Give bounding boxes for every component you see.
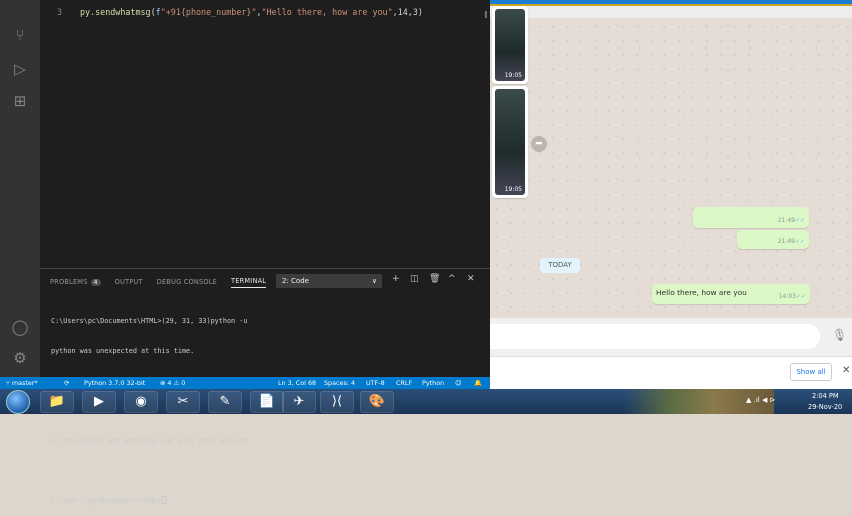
tab-label: PROBLEMS	[50, 278, 88, 286]
line-number: 3	[56, 7, 62, 17]
chrome-icon[interactable]: ◉	[124, 391, 158, 413]
message-time: 14:03	[778, 293, 796, 300]
image-thumbnail	[495, 9, 525, 81]
terminal-select[interactable]: 2: Code ∨	[276, 274, 382, 288]
cursor-position[interactable]: Ln 3, Col 68	[278, 377, 316, 389]
account-icon[interactable]: ◯	[9, 316, 31, 338]
vscode-icon[interactable]: ⟩⟨	[320, 391, 354, 413]
clock-time[interactable]: 2:04 PM	[812, 392, 839, 400]
indentation[interactable]: Spaces: 4	[324, 377, 355, 389]
python-interpreter[interactable]: Python 3.7.0 32-bit	[84, 377, 145, 389]
problems-status[interactable]: ⊗ 4 ⚠ 0	[160, 377, 185, 389]
code-string: "Hello there, how are you"	[261, 7, 393, 17]
message-text: Hello there, how are you	[656, 288, 747, 297]
clock-date[interactable]: 29-Nov-20	[808, 403, 842, 411]
media-player-icon[interactable]: ▶	[82, 391, 116, 413]
terminal-line: C:\Users\pc\Documents\HTML>(29, 31, 33)p…	[51, 317, 248, 325]
telegram-icon[interactable]: ✈	[282, 391, 316, 413]
system-tray-icons[interactable]: ▲ .ıl ◀ ⊳	[746, 396, 775, 404]
split-terminal-icon[interactable]: ◫	[410, 274, 419, 284]
code-line[interactable]: 3 py.sendwhatmsg(f"+91{phone_number}","He…	[40, 5, 480, 19]
terminal-cursor	[161, 496, 167, 504]
outgoing-message[interactable]: 21:49 ✓✓	[693, 207, 809, 228]
terminal-line: python was unexpected at this time.	[51, 347, 195, 355]
message-time: 21:49	[777, 217, 795, 224]
panel-tabs: PROBLEMS 4 OUTPUT DEBUG CONSOLE TERMINAL	[50, 274, 267, 290]
tab-problems[interactable]: PROBLEMS 4	[50, 278, 101, 286]
encoding[interactable]: UTF-8	[366, 377, 385, 389]
trash-icon[interactable]: 🗑	[429, 274, 440, 284]
file-explorer-icon[interactable]: 📁	[40, 391, 74, 413]
message-time: 21:49	[777, 238, 795, 245]
terminal-prompt-line: C:\Users\pc\Documents\HTML>	[51, 496, 481, 506]
source-control-icon[interactable]: ⑂	[9, 24, 31, 46]
status-bar: ⑂ master* ⟳ Python 3.7.0 32-bit ⊗ 4 ⚠ 0 …	[0, 377, 490, 389]
message-time: 19:05	[504, 72, 522, 79]
read-tick-icon: ✓✓	[795, 293, 806, 300]
tab-output[interactable]: OUTPUT	[115, 278, 143, 286]
image-message[interactable]: 19:05	[492, 6, 528, 84]
image-message[interactable]: 19:05	[492, 86, 528, 198]
terminal-select-label: 2: Code	[282, 277, 309, 285]
code-args: ,14,3	[392, 7, 418, 17]
feedback-icon[interactable]: ☺	[455, 377, 462, 389]
gear-icon[interactable]: ⚙	[9, 347, 31, 369]
code-function: py.sendwhatmsg	[80, 7, 151, 17]
new-terminal-icon[interactable]: +	[392, 274, 400, 284]
code-string: "+91{phone_number}"	[160, 7, 257, 17]
whatsapp-header	[490, 6, 852, 18]
message-input[interactable]	[480, 324, 820, 349]
branch-status[interactable]: ⑂ master*	[6, 377, 38, 389]
activity-bar: ⑂ ▷ ⊞ ◯ ⚙	[0, 0, 40, 377]
notepad-icon[interactable]: ✎	[208, 391, 242, 413]
branch-name: master*	[11, 379, 38, 387]
read-tick-icon: ✓✓	[794, 217, 805, 224]
paint-icon[interactable]: 🎨	[360, 391, 394, 413]
terminal-line: In 30 seconds web.whatsapp.com will open…	[51, 437, 248, 445]
tab-terminal[interactable]: TERMINAL	[231, 277, 267, 288]
message-time: 19:05	[504, 186, 522, 193]
bell-icon[interactable]: 🔔	[474, 377, 482, 389]
image-thumbnail	[495, 89, 525, 195]
date-divider: TODAY	[540, 258, 580, 273]
line-ending[interactable]: CRLF	[396, 377, 412, 389]
start-button[interactable]	[6, 390, 30, 414]
show-all-downloads-button[interactable]: Show all	[790, 363, 832, 381]
outgoing-message[interactable]: Hello there, how are you 14:03 ✓✓	[652, 284, 810, 304]
run-debug-icon[interactable]: ▷	[9, 58, 31, 80]
chevron-up-icon[interactable]: ^	[448, 274, 456, 284]
document-icon[interactable]: 📄	[250, 391, 284, 413]
problems-count-badge: 4	[90, 279, 101, 286]
language-mode[interactable]: Python	[422, 377, 444, 389]
code-editor[interactable]	[40, 0, 490, 268]
forward-icon[interactable]: ➦	[531, 136, 547, 152]
tab-debug-console[interactable]: DEBUG CONSOLE	[157, 278, 217, 286]
close-panel-icon[interactable]: ✕	[467, 274, 475, 284]
code-paren: )	[417, 7, 423, 17]
extensions-icon[interactable]: ⊞	[9, 90, 31, 112]
microphone-icon[interactable]: 🎙	[832, 328, 847, 342]
cursor-icon: I	[484, 10, 488, 21]
sync-icon[interactable]: ⟳	[64, 377, 69, 389]
close-icon[interactable]: ✕	[842, 365, 850, 376]
chevron-down-icon: ∨	[371, 277, 377, 285]
read-tick-icon: ✓✓	[794, 238, 805, 245]
snipping-tool-icon[interactable]: ✂	[166, 391, 200, 413]
outgoing-message[interactable]: 21:49 ✓✓	[737, 230, 809, 249]
terminal-prompt: C:\Users\pc\Documents\HTML>	[51, 497, 162, 505]
